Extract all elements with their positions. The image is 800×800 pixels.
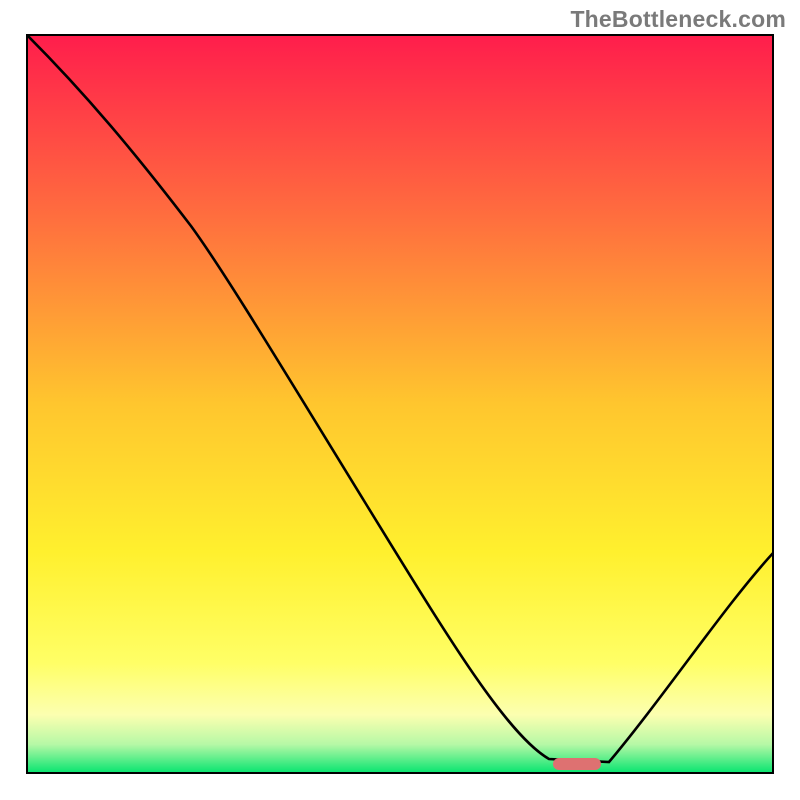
chart-container: TheBottleneck.com: [0, 0, 800, 800]
plot-svg: [26, 34, 774, 774]
watermark-label: TheBottleneck.com: [570, 6, 786, 33]
gradient-background: [26, 34, 774, 774]
plot-area: [26, 34, 774, 774]
optimal-marker: [553, 758, 601, 770]
